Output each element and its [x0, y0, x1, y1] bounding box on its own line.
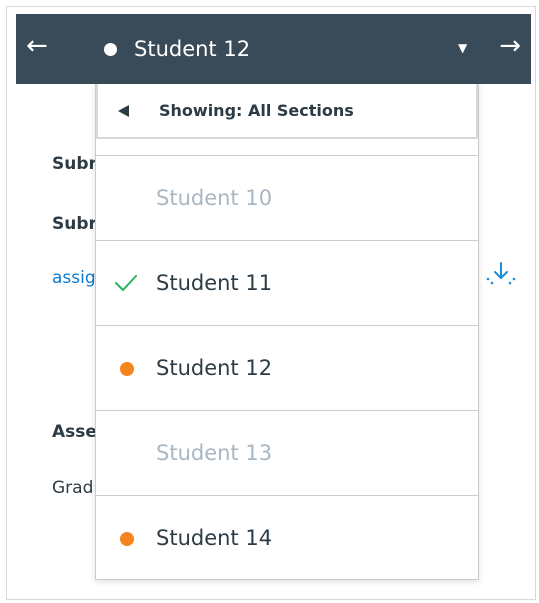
section-filter-label: Showing: All Sections: [159, 101, 354, 120]
student-option-name: Student 13: [156, 441, 273, 465]
student-option[interactable]: Student 12: [96, 326, 478, 411]
check-icon: [115, 275, 137, 291]
student-dropdown: Showing: All Sections Student 10 Student …: [95, 84, 479, 580]
student-option-name: Student 11: [156, 271, 273, 295]
grade-label: Grad: [52, 478, 94, 498]
student-option[interactable]: Student 11: [96, 241, 478, 326]
needs-grading-dot-icon: [120, 362, 134, 376]
caret-down-icon[interactable]: ▼: [458, 40, 467, 56]
dropdown-spacer: [96, 139, 478, 156]
student-option-name: Student 10: [156, 186, 273, 210]
arrow-left-icon[interactable]: ←: [26, 31, 48, 61]
student-option-name: Student 12: [156, 356, 273, 380]
download-icon[interactable]: [484, 259, 518, 289]
needs-grading-dot-icon: [120, 532, 134, 546]
student-option[interactable]: Student 10: [96, 156, 478, 241]
back-triangle-icon: [118, 104, 129, 117]
submitted-label: Subr: [52, 154, 97, 174]
section-filter[interactable]: Showing: All Sections: [96, 84, 478, 139]
current-student-name: Student 12: [134, 37, 251, 61]
arrow-right-icon[interactable]: →: [499, 31, 521, 61]
student-option[interactable]: Student 13: [96, 411, 478, 496]
student-selector[interactable]: Student 12: [104, 36, 250, 62]
assignment-link[interactable]: assig: [52, 268, 96, 288]
student-option[interactable]: Student 14: [96, 496, 478, 579]
assessment-label: Asse: [52, 422, 97, 442]
current-student-dot: [104, 42, 117, 56]
student-option-name: Student 14: [156, 526, 273, 550]
submission-label: Subr: [52, 214, 97, 234]
student-list: Student 10 Student 11 Student 12 Student 13…: [96, 156, 478, 579]
student-nav-bar: ← Student 12 ▼ →: [16, 14, 531, 84]
